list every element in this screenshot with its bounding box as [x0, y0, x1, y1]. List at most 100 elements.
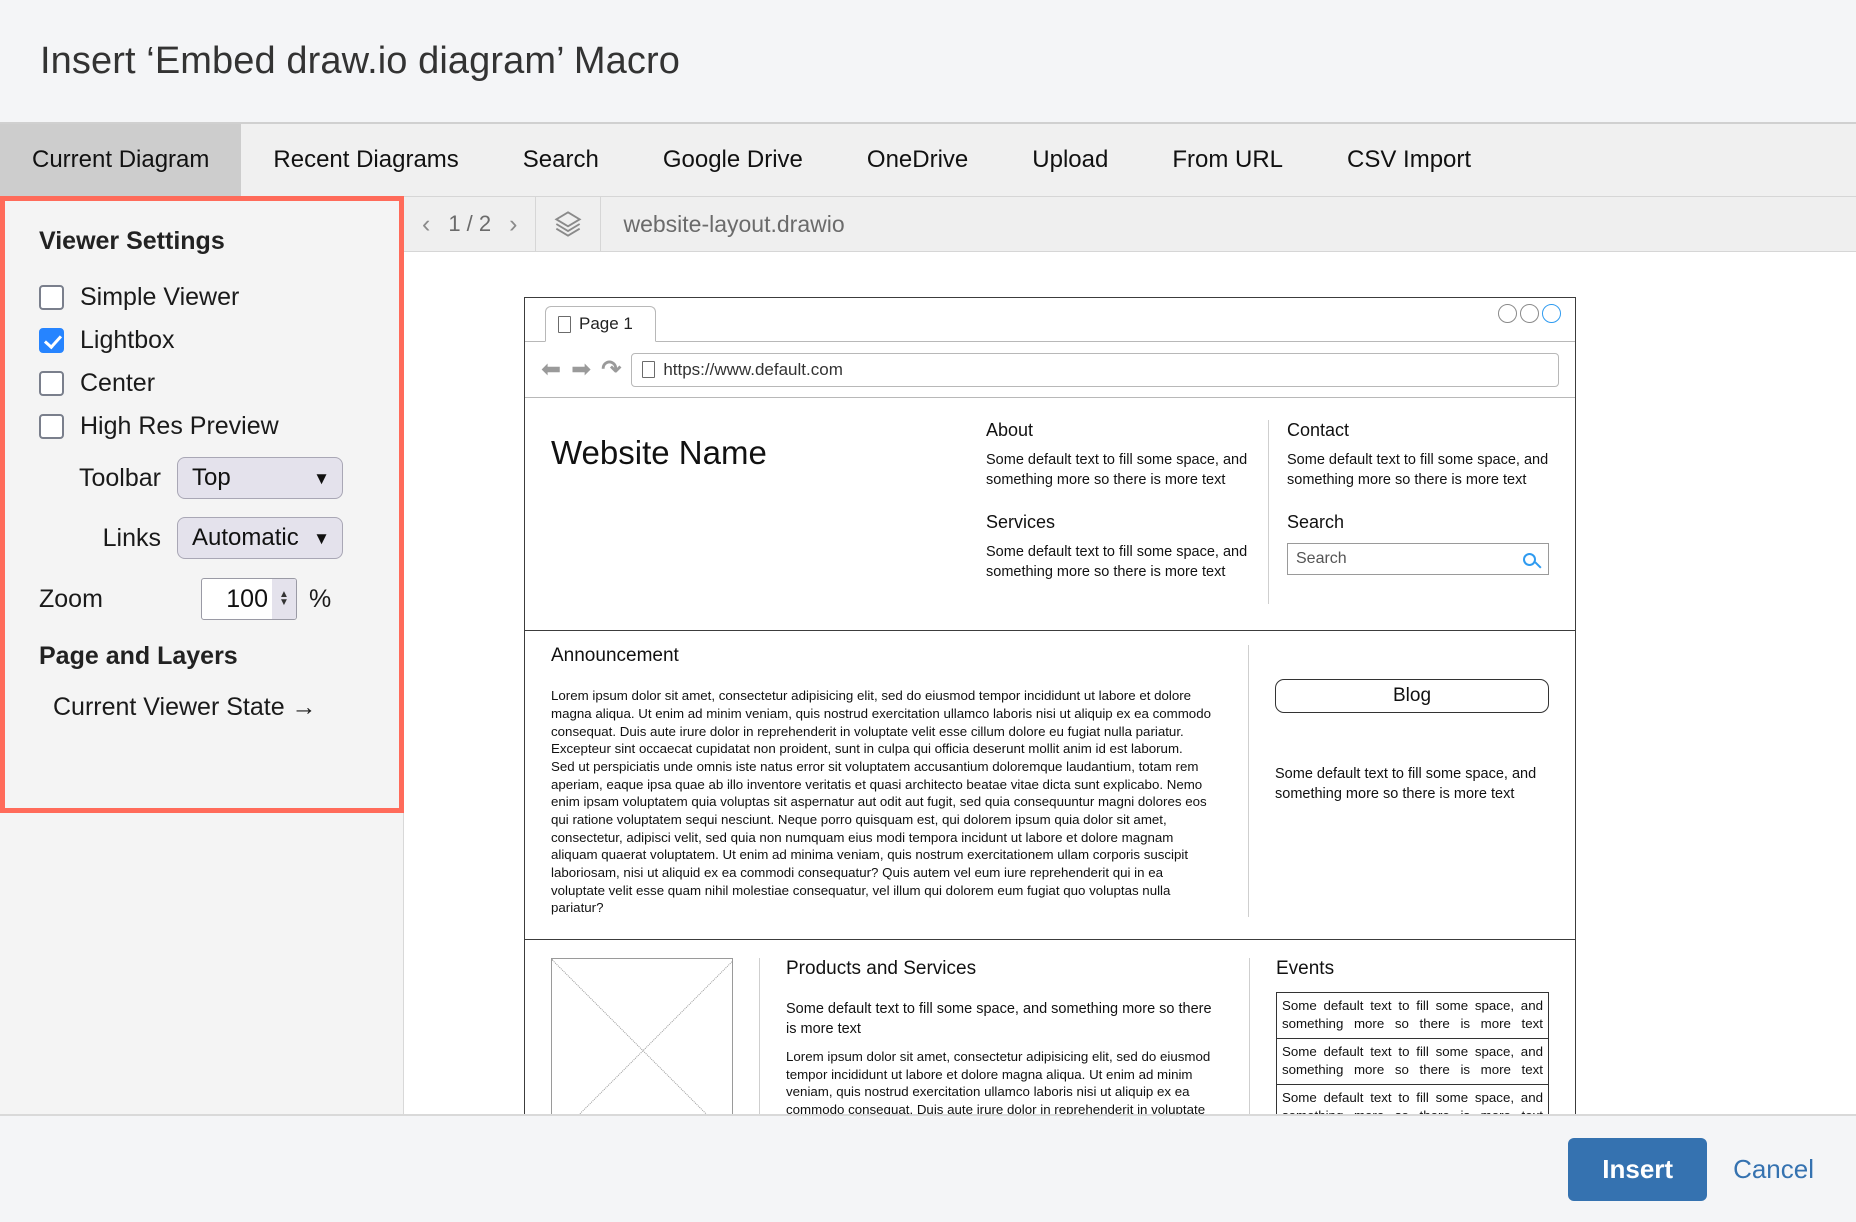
insert-button[interactable]: Insert — [1568, 1138, 1707, 1201]
mock-browser-urlbar: ⬅ ➡ ↷ https://www.default.com — [525, 342, 1575, 398]
zoom-unit: % — [309, 585, 331, 614]
checkbox-row-simple-viewer[interactable]: Simple Viewer — [5, 276, 399, 319]
mock-hero-section: Website Name About Some default text to … — [525, 398, 1575, 631]
page-icon — [642, 361, 655, 378]
tab-from-url[interactable]: From URL — [1140, 124, 1315, 196]
hero-column-2: Contact Some default text to fill some s… — [1268, 420, 1549, 604]
announcement-title: Announcement — [551, 645, 1218, 667]
checkbox-simple-viewer[interactable] — [39, 285, 64, 310]
tab-current-diagram[interactable]: Current Diagram — [0, 124, 241, 196]
tab-search[interactable]: Search — [491, 124, 631, 196]
dialog-footer: Insert Cancel — [0, 1114, 1856, 1222]
events-list: Some default text to fill some space, an… — [1276, 992, 1549, 1114]
list-item: Some default text to fill some space, an… — [1277, 1085, 1548, 1114]
products-body: Lorem ipsum dolor sit amet, consectetur … — [786, 1048, 1223, 1114]
page-icon — [558, 316, 571, 333]
image-placeholder-icon — [551, 958, 733, 1114]
zoom-stepper[interactable]: 100 ▲ ▼ — [201, 578, 297, 620]
blog-button[interactable]: Blog — [1275, 679, 1549, 713]
minimize-icon[interactable] — [1498, 304, 1517, 323]
maximize-icon[interactable] — [1520, 304, 1539, 323]
checkbox-high-res-preview[interactable] — [39, 414, 64, 439]
page-title: Insert ‘Embed draw.io diagram’ Macro — [40, 40, 680, 83]
zoom-field-row: Zoom 100 ▲ ▼ % — [5, 568, 399, 630]
layers-button[interactable] — [536, 197, 601, 251]
checkbox-label-high-res-preview: High Res Preview — [80, 412, 279, 441]
checkbox-label-simple-viewer: Simple Viewer — [80, 283, 239, 312]
dialog-header: Insert ‘Embed draw.io diagram’ Macro — [0, 0, 1856, 122]
preview-toolbar: ‹ 1 / 2 › website-layout.drawio — [404, 196, 1856, 252]
reload-icon[interactable]: ↷ — [601, 355, 621, 384]
chevron-down-icon: ▼ — [313, 530, 330, 547]
hero-column-1: About Some default text to fill some spa… — [986, 420, 1248, 604]
page-and-layers-title: Page and Layers — [5, 630, 399, 685]
about-text: Some default text to fill some space, an… — [986, 451, 1248, 490]
zoom-input-value[interactable]: 100 — [202, 579, 272, 619]
links-select-value: Automatic — [192, 524, 299, 552]
list-item: Some default text to fill some space, an… — [1277, 993, 1548, 1039]
preview-pane: ‹ 1 / 2 › website-layout.drawio P — [404, 196, 1856, 1114]
window-controls — [1498, 304, 1561, 323]
checkbox-lightbox[interactable] — [39, 328, 64, 353]
mock-announcement-section: Announcement Lorem ipsum dolor sit amet,… — [525, 631, 1575, 940]
tab-recent-diagrams[interactable]: Recent Diagrams — [241, 124, 490, 196]
checkbox-row-high-res-preview[interactable]: High Res Preview — [5, 405, 399, 448]
forward-arrow-icon[interactable]: ➡ — [571, 358, 591, 382]
spinner-down-icon[interactable]: ▼ — [279, 599, 289, 607]
checkbox-label-center: Center — [80, 369, 155, 398]
zoom-spinner-icon[interactable]: ▲ ▼ — [272, 579, 296, 619]
site-name: Website Name — [551, 420, 986, 472]
viewer-settings-sidebar: Viewer Settings Simple Viewer Lightbox C… — [0, 196, 404, 1114]
diagram-canvas[interactable]: Page 1 ⬅ ➡ ↷ https://www.default.com — [404, 252, 1856, 1114]
events-col: Events Some default text to fill some sp… — [1249, 958, 1549, 1114]
close-icon[interactable] — [1542, 304, 1561, 323]
mock-search-input[interactable]: Search — [1287, 543, 1549, 575]
mock-browser-tab-label: Page 1 — [579, 314, 633, 334]
blog-note: Some default text to fill some space, an… — [1275, 765, 1549, 804]
page-indicator: 1 / 2 — [448, 211, 491, 237]
announcement-paragraph-1: Lorem ipsum dolor sit amet, consectetur … — [551, 687, 1218, 758]
checkbox-row-lightbox[interactable]: Lightbox — [5, 319, 399, 362]
about-heading: About — [986, 420, 1248, 441]
dialog-body: Viewer Settings Simple Viewer Lightbox C… — [0, 196, 1856, 1114]
tab-onedrive[interactable]: OneDrive — [835, 124, 1000, 196]
announcement-right: Blog Some default text to fill some spac… — [1249, 645, 1549, 917]
url-input[interactable]: https://www.default.com — [631, 353, 1559, 387]
viewer-settings-title: Viewer Settings — [5, 227, 399, 276]
cancel-button[interactable]: Cancel — [1733, 1154, 1814, 1185]
current-viewer-state-link[interactable]: Current Viewer State → — [5, 685, 399, 722]
events-title: Events — [1276, 958, 1549, 980]
toolbar-select[interactable]: Top ▼ — [177, 457, 343, 499]
hero-columns: About Some default text to fill some spa… — [986, 420, 1549, 604]
chevron-down-icon: ▼ — [313, 470, 330, 487]
toolbar-field-row: Toolbar Top ▼ — [5, 448, 399, 508]
products-lead: Some default text to fill some space, an… — [786, 1000, 1223, 1039]
services-text: Some default text to fill some space, an… — [986, 543, 1248, 582]
list-item: Some default text to fill some space, an… — [1277, 1039, 1548, 1085]
bottom-image-col — [551, 958, 733, 1114]
links-select[interactable]: Automatic ▼ — [177, 517, 343, 559]
prev-page-button[interactable]: ‹ — [418, 210, 434, 239]
back-arrow-icon[interactable]: ⬅ — [541, 358, 561, 382]
search-icon — [1523, 553, 1536, 566]
website-layout-mockup: Page 1 ⬅ ➡ ↷ https://www.default.com — [524, 297, 1576, 1114]
mock-browser-tab[interactable]: Page 1 — [545, 306, 656, 342]
mock-search-placeholder: Search — [1296, 550, 1347, 568]
tab-csv-import[interactable]: CSV Import — [1315, 124, 1503, 196]
toolbar-select-value: Top — [192, 464, 231, 492]
settings-highlight-box: Viewer Settings Simple Viewer Lightbox C… — [0, 196, 404, 813]
tab-bar: Current Diagram Recent Diagrams Search G… — [0, 122, 1856, 196]
next-page-button[interactable]: › — [505, 210, 521, 239]
checkbox-label-lightbox: Lightbox — [80, 326, 175, 355]
zoom-label: Zoom — [39, 585, 161, 614]
mock-browser-tabrow: Page 1 — [525, 298, 1575, 342]
page-nav-group: ‹ 1 / 2 › — [404, 197, 536, 251]
services-heading: Services — [986, 512, 1248, 533]
checkbox-row-center[interactable]: Center — [5, 362, 399, 405]
checkbox-center[interactable] — [39, 371, 64, 396]
tab-upload[interactable]: Upload — [1000, 124, 1140, 196]
tab-google-drive[interactable]: Google Drive — [631, 124, 835, 196]
announcement-paragraph-2: Sed ut perspiciatis unde omnis iste natu… — [551, 758, 1218, 917]
links-label: Links — [39, 524, 161, 553]
products-paragraph-1: Lorem ipsum dolor sit amet, consectetur … — [786, 1048, 1223, 1114]
